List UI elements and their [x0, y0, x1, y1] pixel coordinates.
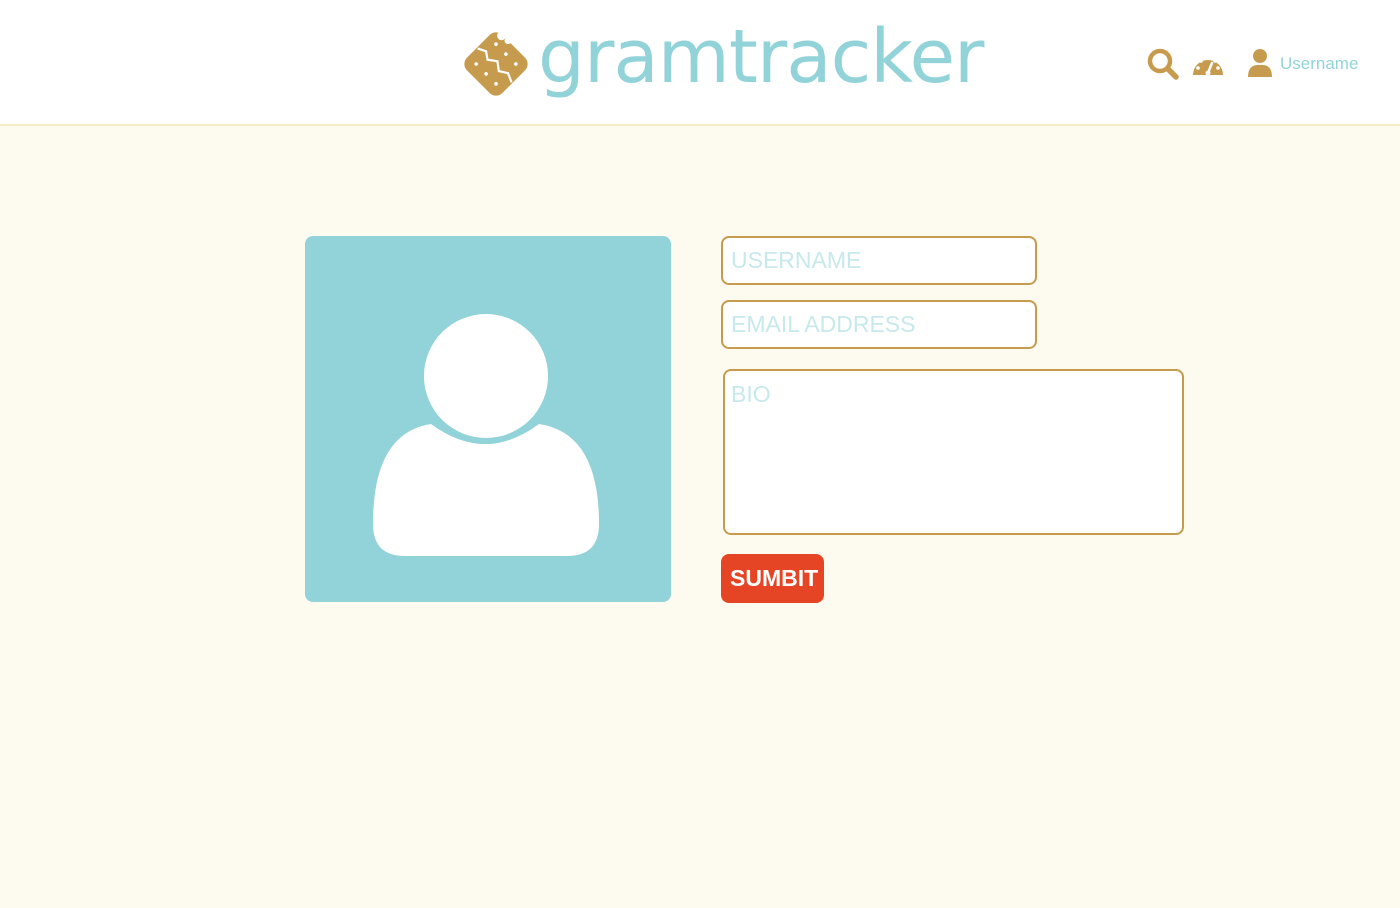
user-icon[interactable] — [1246, 47, 1274, 81]
username-link[interactable]: Username — [1280, 54, 1358, 74]
bio-textarea[interactable] — [723, 369, 1184, 535]
site-header: gramtracker Username — [0, 0, 1400, 126]
logo-wordmark: gramtracker — [538, 14, 984, 100]
logo[interactable]: gramtracker — [460, 14, 984, 106]
default-avatar-icon — [373, 308, 599, 556]
search-icon[interactable] — [1146, 47, 1180, 81]
submit-button[interactable]: SUMBIT — [721, 554, 824, 603]
username-field[interactable] — [721, 236, 1037, 285]
email-field[interactable] — [721, 300, 1037, 349]
dashboard-gauge-icon[interactable] — [1191, 47, 1225, 81]
cracker-logo-icon — [464, 31, 528, 96]
avatar[interactable] — [305, 236, 671, 602]
